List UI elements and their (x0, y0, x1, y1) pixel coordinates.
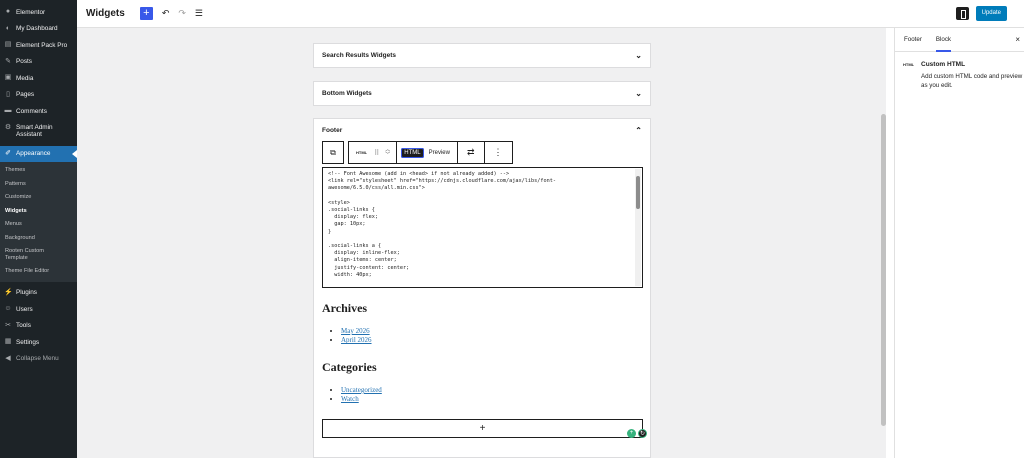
block-description: Add custom HTML code and preview it as y… (921, 73, 1024, 89)
sidebar-item-plugins[interactable]: ⚡ Plugins (0, 285, 77, 302)
drag-handle-icon[interactable]: ⠿ (374, 149, 379, 157)
assistant-icon: ⚙ (4, 123, 12, 131)
elementor-icon: ● (5, 8, 11, 16)
code-content[interactable]: <!-- Font Awesome (add in <head> if not … (328, 171, 556, 278)
admin-sidebar: ● Elementor ◐ My Dashboard ▤ Element Pack P… (0, 0, 77, 458)
collapse-icon: ◀ (5, 354, 11, 362)
archives-list: May 2026 April 2026 (341, 327, 372, 345)
wrench-icon: ✂ (5, 321, 11, 329)
settings-icon: ▦ (4, 338, 12, 346)
tab-preview[interactable]: Preview (426, 148, 453, 158)
categories-title: Categories (322, 360, 377, 374)
submenu-item-widgets[interactable]: Widgets (0, 205, 77, 219)
list-item: Watch (341, 395, 382, 404)
list-view-icon[interactable]: ☰ (195, 8, 203, 19)
sidebar-item-comments[interactable]: ▬ Comments (0, 103, 77, 120)
sidebar-item-media[interactable]: ▣ Media (0, 70, 77, 87)
canvas-scrollbar[interactable] (880, 28, 886, 458)
list-item: May 2026 (341, 327, 372, 336)
assistant-badge-icon[interactable]: ↻ (638, 429, 647, 438)
page-title: Widgets (86, 8, 125, 19)
transform-icon[interactable]: ⇄ (467, 147, 475, 158)
comment-icon: ▬ (4, 107, 12, 115)
tab-block[interactable]: Block (935, 28, 952, 52)
settings-sidebar: Footer Block × HTML Custom HTML Add cust… (894, 28, 1024, 458)
tab-html[interactable]: HTML (401, 147, 424, 158)
category-link[interactable]: Uncategorized (341, 386, 382, 394)
settings-tabs: Footer Block × (895, 28, 1024, 52)
widget-area-footer[interactable]: Footer ⌃ ⧉ HTML ⠿ ︿ ﹀ HTML Preview ⇄ ⋮ <… (313, 118, 651, 458)
list-item: Uncategorized (341, 386, 382, 395)
categories-list: Uncategorized Watch (341, 386, 382, 404)
select-parent-button[interactable]: ⧉ (322, 141, 344, 164)
list-item: April 2026 (341, 336, 372, 345)
submenu-item-customize[interactable]: Customize (0, 191, 77, 205)
users-icon: ☺ (4, 305, 12, 313)
extension-badge-icon[interactable]: + (627, 429, 636, 438)
html-code-editor[interactable]: <!-- Font Awesome (add in <head> if not … (322, 167, 643, 288)
archive-link[interactable]: May 2026 (341, 327, 370, 335)
sidebar-item-tools[interactable]: ✂ Tools (0, 318, 77, 335)
code-scrollbar[interactable] (635, 169, 641, 286)
sidebar-item-element-pack-pro[interactable]: ▤ Element Pack Pro (0, 37, 77, 54)
sidebar-item-smart-admin-assistant[interactable]: ⚙ Smart Admin Assistant (0, 120, 77, 146)
element-pack-icon: ▤ (4, 41, 12, 49)
block-appender-button[interactable]: + (322, 419, 643, 438)
appearance-submenu: Themes Patterns Customize Widgets Menus … (0, 162, 77, 282)
chevron-down-icon[interactable]: ⌄ (635, 89, 642, 98)
redo-icon[interactable]: ↷ (178, 8, 186, 19)
submenu-item-background[interactable]: Background (0, 232, 77, 246)
archive-link[interactable]: April 2026 (341, 336, 372, 344)
sidebar-item-collapse-menu[interactable]: ◀ Collapse Menu (0, 351, 77, 368)
close-icon[interactable]: × (1015, 35, 1020, 44)
dashboard-icon: ◐ (5, 24, 11, 32)
submenu-item-themes[interactable]: Themes (0, 164, 77, 178)
brush-icon: ✐ (5, 149, 11, 157)
chevron-up-icon[interactable]: ⌃ (635, 126, 642, 135)
code-scrollbar-thumb[interactable] (636, 176, 640, 209)
pin-icon: ✎ (5, 57, 11, 65)
editor-header: Widgets + ↶ ↷ ☰ Update (77, 0, 1024, 28)
submenu-item-menus[interactable]: Menus (0, 218, 77, 232)
tab-footer[interactable]: Footer (904, 28, 922, 52)
archives-title: Archives (322, 301, 368, 315)
widget-area-title: Search Results Widgets (322, 52, 396, 59)
update-button[interactable]: Update (975, 6, 1007, 21)
more-options-icon[interactable]: ⋮ (494, 147, 503, 158)
widget-area-bottom[interactable]: Bottom Widgets ⌄ (313, 81, 651, 106)
html-block-icon[interactable]: HTML (356, 150, 367, 155)
page-icon: ▯ (6, 90, 10, 98)
widget-area-search-results[interactable]: Search Results Widgets ⌄ (313, 43, 651, 68)
media-icon: ▣ (4, 74, 12, 82)
widget-area-title: Footer (322, 127, 343, 134)
html-block-icon: HTML (903, 62, 915, 67)
category-link[interactable]: Watch (341, 395, 359, 403)
block-name: Custom HTML (921, 61, 966, 68)
move-down-icon[interactable]: ﹀ (385, 152, 390, 158)
parent-block-icon: ⧉ (330, 147, 336, 157)
submenu-item-theme-file-editor[interactable]: Theme File Editor (0, 265, 77, 279)
settings-panel-toggle-icon[interactable] (955, 7, 969, 20)
sidebar-item-appearance[interactable]: ✐ Appearance (0, 145, 77, 162)
sidebar-item-my-dashboard[interactable]: ◐ My Dashboard (0, 21, 77, 38)
block-toolbar: ⧉ HTML ⠿ ︿ ﹀ HTML Preview ⇄ ⋮ (322, 141, 513, 164)
add-block-button[interactable]: + (139, 7, 153, 20)
canvas-scrollbar-thumb[interactable] (881, 114, 886, 426)
undo-icon[interactable]: ↶ (162, 8, 170, 19)
sidebar-item-posts[interactable]: ✎ Posts (0, 54, 77, 71)
chevron-down-icon[interactable]: ⌄ (635, 51, 642, 60)
widget-canvas: Search Results Widgets ⌄ Bottom Widgets ⌄ … (77, 28, 886, 458)
sidebar-item-elementor[interactable]: ● Elementor (0, 4, 77, 21)
submenu-item-rooten-custom-template[interactable]: Rooten Custom Template (0, 245, 58, 265)
sidebar-item-pages[interactable]: ▯ Pages (0, 87, 77, 104)
submenu-item-patterns[interactable]: Patterns (0, 178, 77, 192)
widget-area-title: Bottom Widgets (322, 90, 372, 97)
sidebar-item-settings[interactable]: ▦ Settings (0, 334, 77, 351)
sidebar-item-users[interactable]: ☺ Users (0, 301, 77, 318)
plug-icon: ⚡ (4, 288, 13, 296)
